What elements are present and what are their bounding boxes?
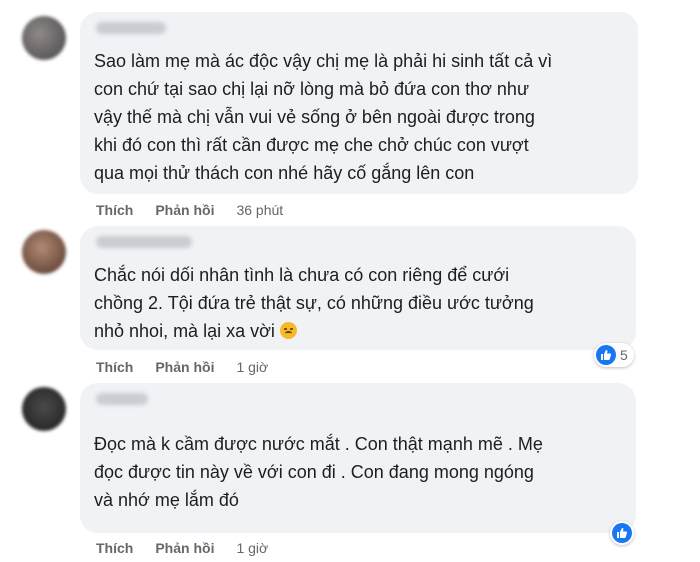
author-name-blurred[interactable]	[96, 22, 166, 34]
like-button[interactable]: Thích	[96, 540, 133, 556]
thumbs-up-icon	[612, 523, 632, 543]
reaction-count: 5	[620, 347, 628, 363]
comment-text: Đọc mà k cầm được nước mắt . Con thật mạ…	[94, 434, 543, 510]
comment-text-body: Chắc nói dối nhân tình là chưa có con ri…	[94, 265, 534, 341]
comment-bubble: Chắc nói dối nhân tình là chưa có con ri…	[80, 226, 636, 350]
reaction-summary[interactable]	[610, 521, 634, 545]
comment-bubble: Sao làm mẹ mà ác độc vậy chị mẹ là phải …	[80, 12, 638, 194]
reply-button[interactable]: Phản hồi	[155, 359, 214, 375]
comment-time[interactable]: 1 giờ	[236, 359, 268, 375]
reply-button[interactable]: Phản hồi	[155, 540, 214, 556]
like-button[interactable]: Thích	[96, 359, 133, 375]
comment-time[interactable]: 36 phút	[236, 202, 283, 218]
author-name-blurred[interactable]	[96, 236, 192, 248]
reaction-summary[interactable]: 5	[594, 343, 634, 367]
comment-time[interactable]: 1 giờ	[236, 540, 268, 556]
reply-button[interactable]: Phản hồi	[155, 202, 214, 218]
comment-actions: Thích Phản hồi 36 phút	[96, 200, 283, 220]
author-name-blurred[interactable]	[96, 393, 148, 405]
comment-actions: Thích Phản hồi 1 giờ	[96, 538, 268, 558]
comment-text: Chắc nói dối nhân tình là chưa có con ri…	[94, 261, 622, 345]
previous-comment-meta-blurred	[95, 0, 315, 6]
comment-actions: Thích Phản hồi 1 giờ	[96, 357, 268, 377]
avatar[interactable]	[22, 16, 66, 60]
thumbs-up-icon	[596, 345, 616, 365]
avatar[interactable]	[22, 387, 66, 431]
like-button[interactable]: Thích	[96, 202, 133, 218]
sad-face-emoji-icon	[279, 322, 297, 339]
comment-text: Sao làm mẹ mà ác độc vậy chị mẹ là phải …	[94, 51, 553, 183]
avatar[interactable]	[22, 230, 66, 274]
comment-bubble: Đọc mà k cầm được nước mắt . Con thật mạ…	[80, 383, 636, 533]
